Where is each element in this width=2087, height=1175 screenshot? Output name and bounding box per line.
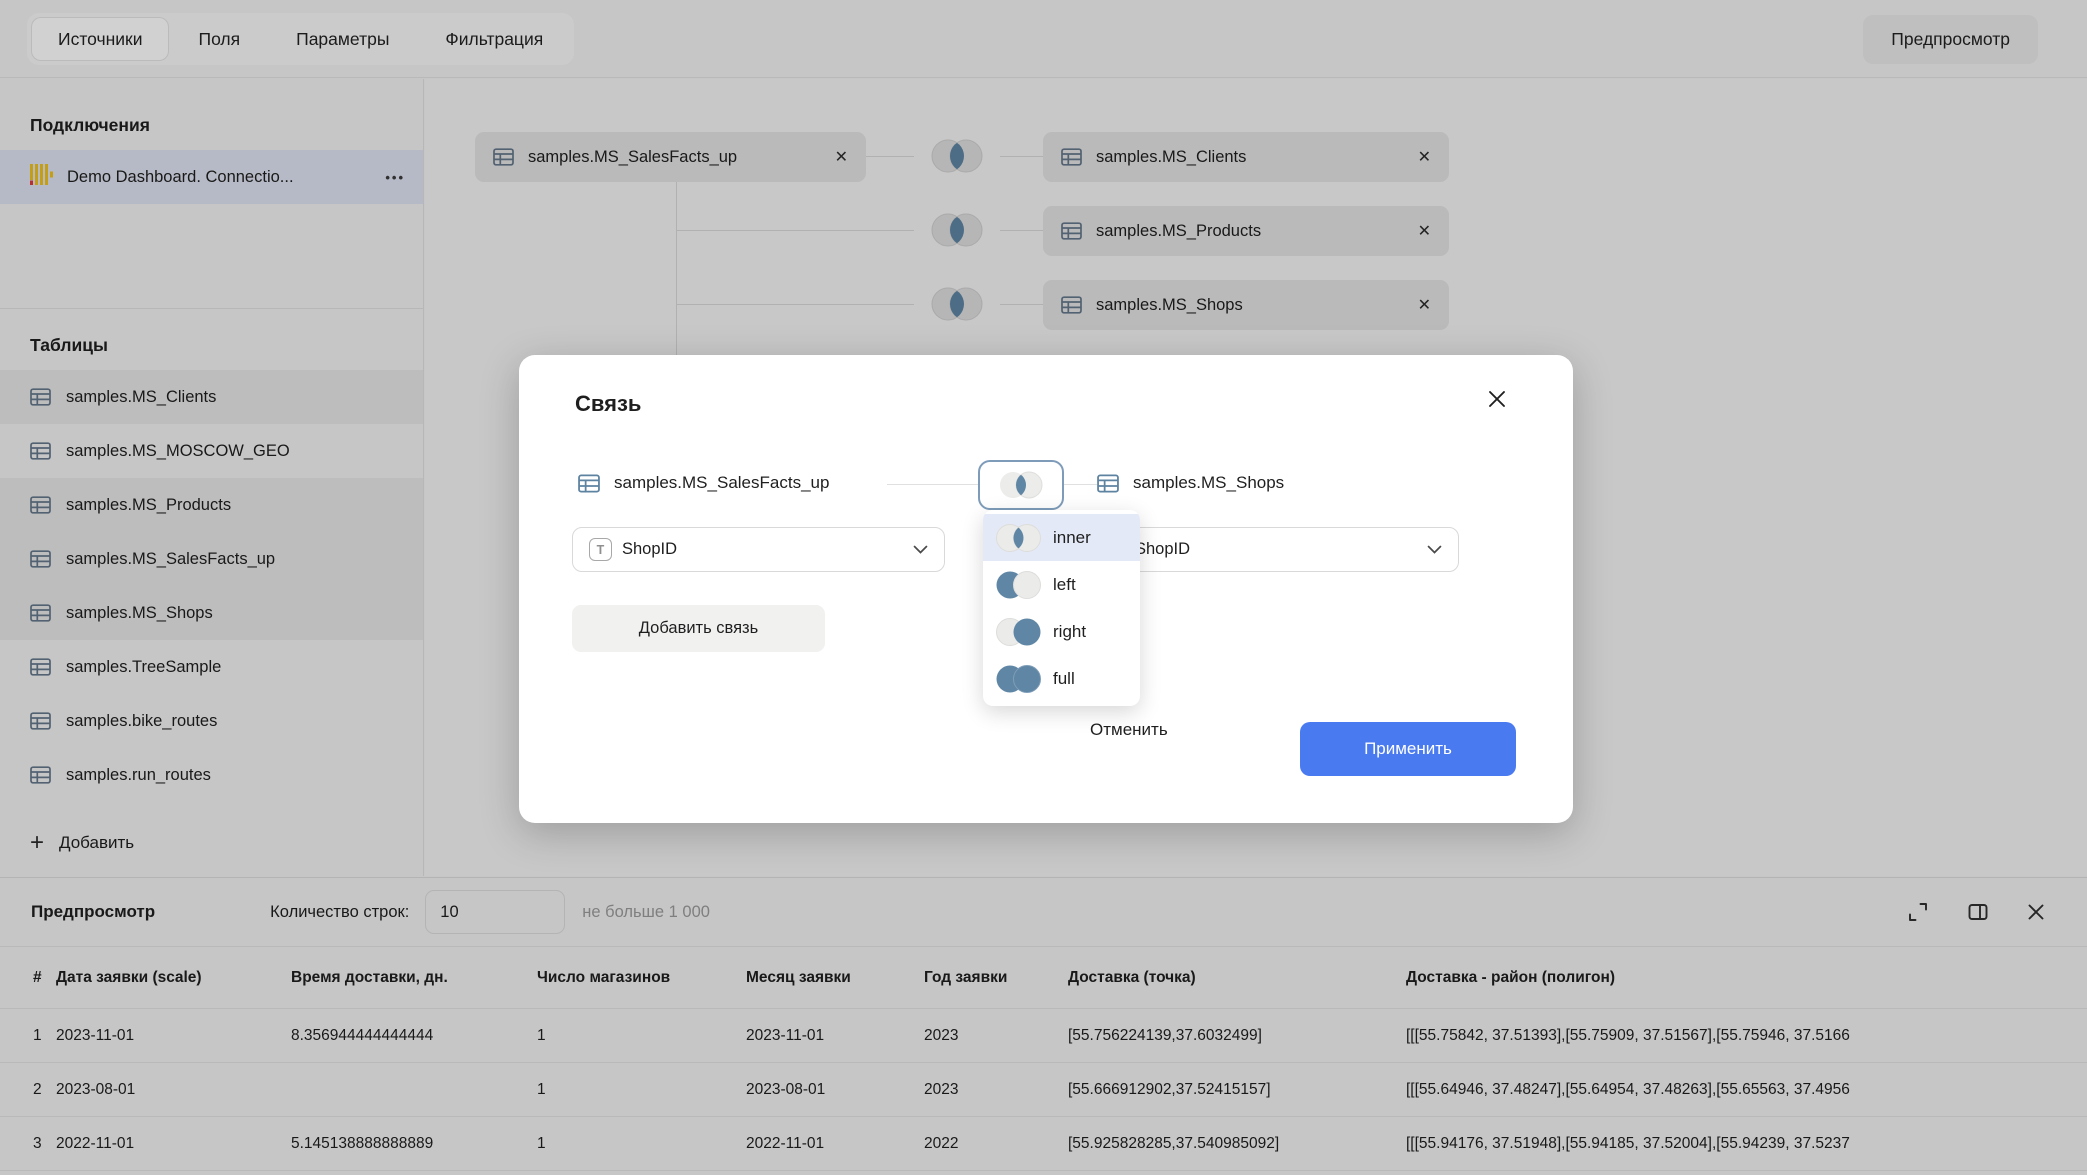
chevron-down-icon: [1427, 545, 1442, 554]
join-option-left[interactable]: left: [983, 561, 1140, 608]
join-option-label: inner: [1053, 528, 1091, 548]
join-type-dropdown: inner left right full: [983, 510, 1140, 706]
dataset-editor: Источники Поля Параметры Фильтрация Пред…: [0, 0, 2087, 1175]
join-left-table: samples.MS_SalesFacts_up: [578, 473, 829, 493]
join-option-label: right: [1053, 622, 1086, 642]
right-field-select[interactable]: T ShopID: [1085, 527, 1459, 572]
join-option-label: full: [1053, 669, 1075, 689]
join-connector-line: [887, 484, 978, 485]
join-left-table-name: samples.MS_SalesFacts_up: [614, 473, 829, 493]
chevron-down-icon: [913, 545, 928, 554]
left-field-value: ShopID: [622, 540, 903, 559]
add-link-button[interactable]: Добавить связь: [572, 605, 825, 652]
apply-button[interactable]: Применить: [1300, 722, 1516, 776]
join-pair-row: samples.MS_SalesFacts_up samples.MS_Shop…: [519, 460, 1573, 510]
join-connector-line: [1064, 484, 1097, 485]
join-type-button[interactable]: [978, 460, 1064, 510]
join-option-inner[interactable]: inner: [983, 514, 1140, 561]
join-option-label: left: [1053, 575, 1076, 595]
dialog-close-icon[interactable]: [1487, 389, 1507, 414]
join-right-table-name: samples.MS_Shops: [1133, 473, 1284, 493]
right-field-value: ShopID: [1135, 540, 1417, 559]
join-option-right[interactable]: right: [983, 608, 1140, 655]
join-right-table: samples.MS_Shops: [1097, 473, 1284, 493]
join-option-full[interactable]: full: [983, 655, 1140, 702]
dialog-title: Связь: [575, 391, 641, 417]
cancel-button[interactable]: Отменить: [1090, 720, 1168, 740]
field-type-icon: T: [589, 538, 612, 561]
left-field-select[interactable]: T ShopID: [572, 527, 945, 572]
